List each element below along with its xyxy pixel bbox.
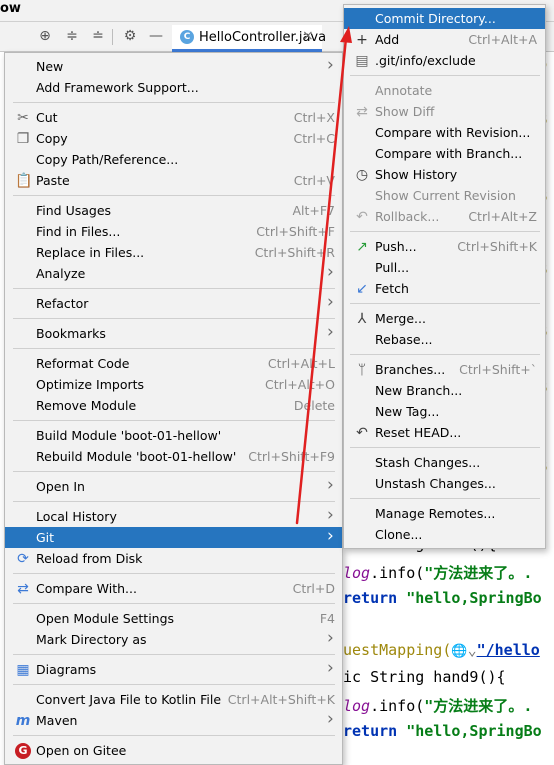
annotation-arrow <box>295 26 352 525</box>
